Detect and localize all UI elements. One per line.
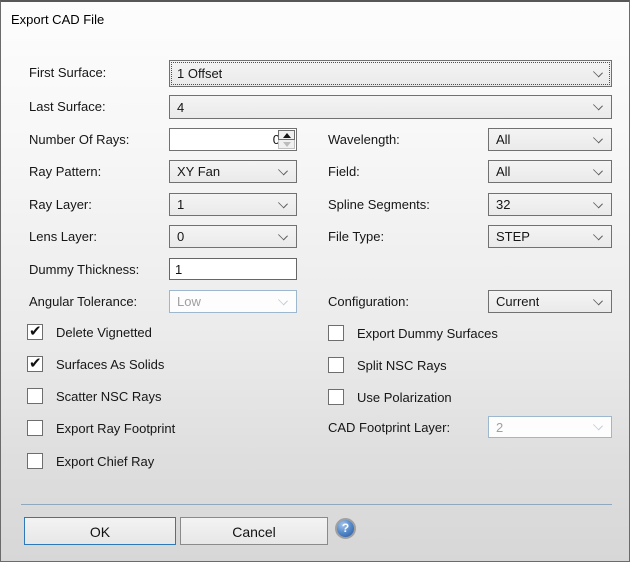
cancel-button[interactable]: Cancel [180,517,328,545]
chevron-down-icon [593,230,603,240]
chevron-down-icon [593,420,603,430]
chevron-down-icon [593,67,603,77]
configuration-value: Current [496,294,539,309]
first-surface-label: First Surface: [29,65,106,81]
field-combobox[interactable]: All [488,160,612,183]
spline-segments-combobox[interactable]: 32 [488,193,612,216]
chevron-down-icon [593,295,603,305]
dialog-title: Export CAD File [11,12,104,27]
chevron-down-icon [593,100,603,110]
angular-tolerance-label: Angular Tolerance: [29,294,137,310]
delete-vignetted-label: Delete Vignetted [56,324,152,341]
split-nsc-rays-label: Split NSC Rays [357,357,447,374]
wavelength-combobox[interactable]: All [488,128,612,151]
export-cad-file-dialog: Export CAD File First Surface: 1 Offset … [0,0,630,562]
surfaces-as-solids-label: Surfaces As Solids [56,356,164,373]
number-of-rays-input[interactable] [170,129,283,150]
file-type-label: File Type: [328,229,384,245]
ray-pattern-value: XY Fan [177,164,220,179]
angular-tolerance-value: Low [177,294,201,309]
use-polarization-checkbox[interactable] [328,389,344,405]
last-surface-combobox[interactable]: 4 [169,95,612,119]
dummy-thickness-label: Dummy Thickness: [29,262,139,278]
chevron-down-icon [278,165,288,175]
cad-footprint-layer-combobox: 2 [488,416,612,438]
ray-pattern-combobox[interactable]: XY Fan [169,160,297,183]
triangle-down-icon [283,142,291,147]
footer-divider [21,504,612,505]
field-value: All [496,164,510,179]
use-polarization-label: Use Polarization [357,389,452,406]
chevron-down-icon [278,230,288,240]
ray-layer-label: Ray Layer: [29,197,92,213]
ok-button[interactable]: OK [24,517,176,545]
split-nsc-rays-checkbox[interactable] [328,357,344,373]
export-chief-ray-label: Export Chief Ray [56,453,154,470]
chevron-down-icon [593,198,603,208]
wavelength-label: Wavelength: [328,132,400,148]
spinner-buttons [278,130,295,149]
chevron-down-icon [593,165,603,175]
configuration-label: Configuration: [328,294,409,310]
file-type-combobox[interactable]: STEP [488,225,612,248]
spline-segments-label: Spline Segments: [328,197,430,213]
cad-footprint-layer-label: CAD Footprint Layer: [328,420,450,436]
delete-vignetted-checkbox[interactable] [27,324,43,340]
lens-layer-value: 0 [177,229,184,244]
ray-pattern-label: Ray Pattern: [29,164,101,180]
export-dummy-surfaces-checkbox[interactable] [328,325,344,341]
scatter-nsc-rays-label: Scatter NSC Rays [56,388,161,405]
chevron-down-icon [278,295,288,305]
last-surface-label: Last Surface: [29,99,106,115]
help-question-icon[interactable]: ? [335,518,356,539]
export-ray-footprint-label: Export Ray Footprint [56,420,175,437]
chevron-down-icon [278,198,288,208]
spin-down-button[interactable] [278,140,295,149]
chevron-down-icon [593,133,603,143]
scatter-nsc-rays-checkbox[interactable] [27,388,43,404]
last-surface-value: 4 [177,100,184,115]
spline-segments-value: 32 [496,197,510,212]
cad-footprint-layer-value: 2 [496,420,503,435]
triangle-up-icon [283,133,291,138]
export-chief-ray-checkbox[interactable] [27,453,43,469]
file-type-value: STEP [496,229,530,244]
lens-layer-combobox[interactable]: 0 [169,225,297,248]
dummy-thickness-input[interactable] [169,258,297,280]
export-ray-footprint-checkbox[interactable] [27,420,43,436]
field-label: Field: [328,164,360,180]
number-of-rays-spinner[interactable] [169,128,297,151]
wavelength-value: All [496,132,510,147]
number-of-rays-label: Number Of Rays: [29,132,129,148]
first-surface-value: 1 Offset [177,66,222,81]
angular-tolerance-combobox: Low [169,290,297,313]
ray-layer-combobox[interactable]: 1 [169,193,297,216]
lens-layer-label: Lens Layer: [29,229,97,245]
configuration-combobox[interactable]: Current [488,290,612,313]
spin-up-button[interactable] [278,130,295,140]
surfaces-as-solids-checkbox[interactable] [27,356,43,372]
first-surface-combobox[interactable]: 1 Offset [169,60,612,87]
export-dummy-surfaces-label: Export Dummy Surfaces [357,325,498,342]
ray-layer-value: 1 [177,197,184,212]
